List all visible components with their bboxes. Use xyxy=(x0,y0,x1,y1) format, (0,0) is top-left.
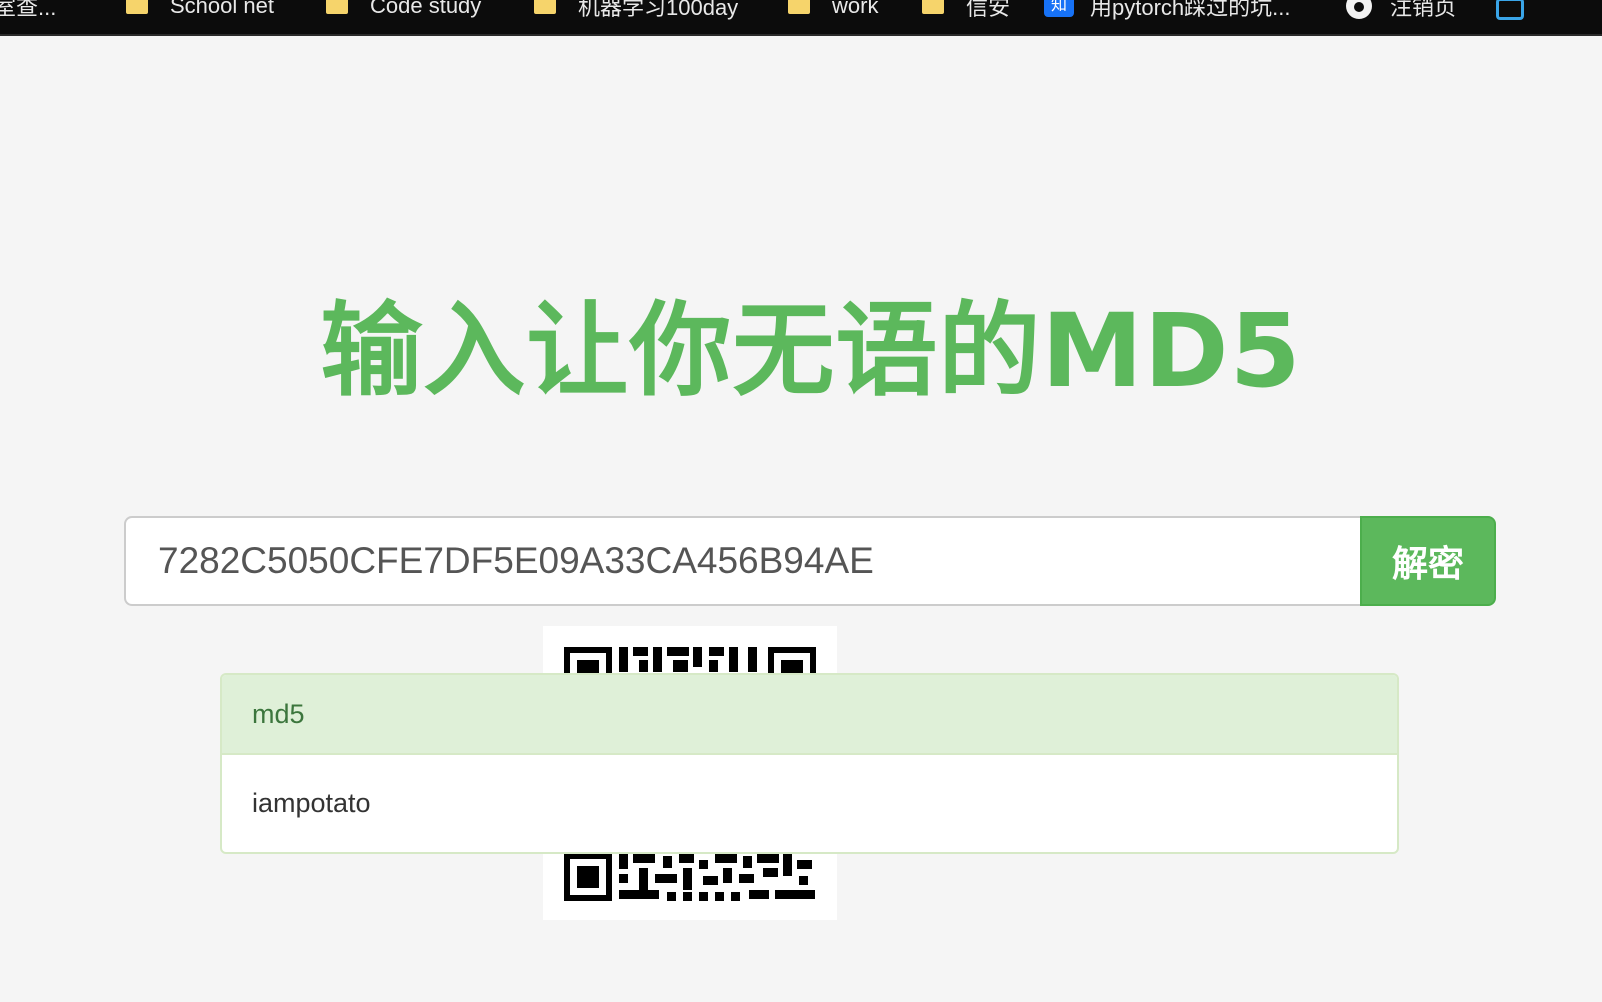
bookmark-item[interactable]: 机器学习100day xyxy=(534,0,738,21)
zhihu-icon: 知 xyxy=(1044,0,1074,17)
github-icon xyxy=(1346,0,1372,19)
bookmark-item[interactable]: 室查... xyxy=(0,0,56,21)
bookmark-item[interactable]: School net xyxy=(126,0,274,21)
app-icon xyxy=(1496,0,1524,20)
bookmark-item[interactable]: 知 用pytorch踩过的坑... xyxy=(1044,0,1290,21)
result-panel: md5 iampotato xyxy=(220,673,1399,854)
result-heading: md5 xyxy=(222,675,1397,755)
result-value: iampotato xyxy=(252,788,371,818)
bookmark-label: work xyxy=(832,0,879,18)
bookmark-label: 用pytorch踩过的坑... xyxy=(1090,0,1291,20)
bookmark-item[interactable]: 注销页 xyxy=(1346,0,1456,21)
folder-icon xyxy=(126,0,148,14)
md5-input-group: 解密 xyxy=(124,516,1496,606)
folder-icon xyxy=(922,0,944,14)
folder-icon xyxy=(534,0,556,14)
bookmark-item[interactable]: work xyxy=(788,0,878,21)
md5-input[interactable] xyxy=(124,516,1360,606)
bookmark-item[interactable] xyxy=(1496,0,1524,24)
bookmark-label: School net xyxy=(170,0,274,18)
bookmark-label: 机器学习100day xyxy=(578,0,739,20)
bookmark-item[interactable]: Code study xyxy=(326,0,481,21)
bookmark-label: Code study xyxy=(370,0,482,18)
page-title: 输入让你无语的MD5 xyxy=(320,292,1302,411)
bookmark-bar: 室查... School net Code study 机器学习100day w… xyxy=(0,0,1602,36)
decrypt-button[interactable]: 解密 xyxy=(1360,516,1496,606)
folder-icon xyxy=(788,0,810,14)
folder-icon xyxy=(326,0,348,14)
bookmark-label: 信安 xyxy=(966,0,1011,20)
bookmark-label: 注销页 xyxy=(1390,0,1457,20)
bookmark-item[interactable]: 信安 xyxy=(922,0,1010,21)
bookmark-label: 室查... xyxy=(0,0,57,20)
